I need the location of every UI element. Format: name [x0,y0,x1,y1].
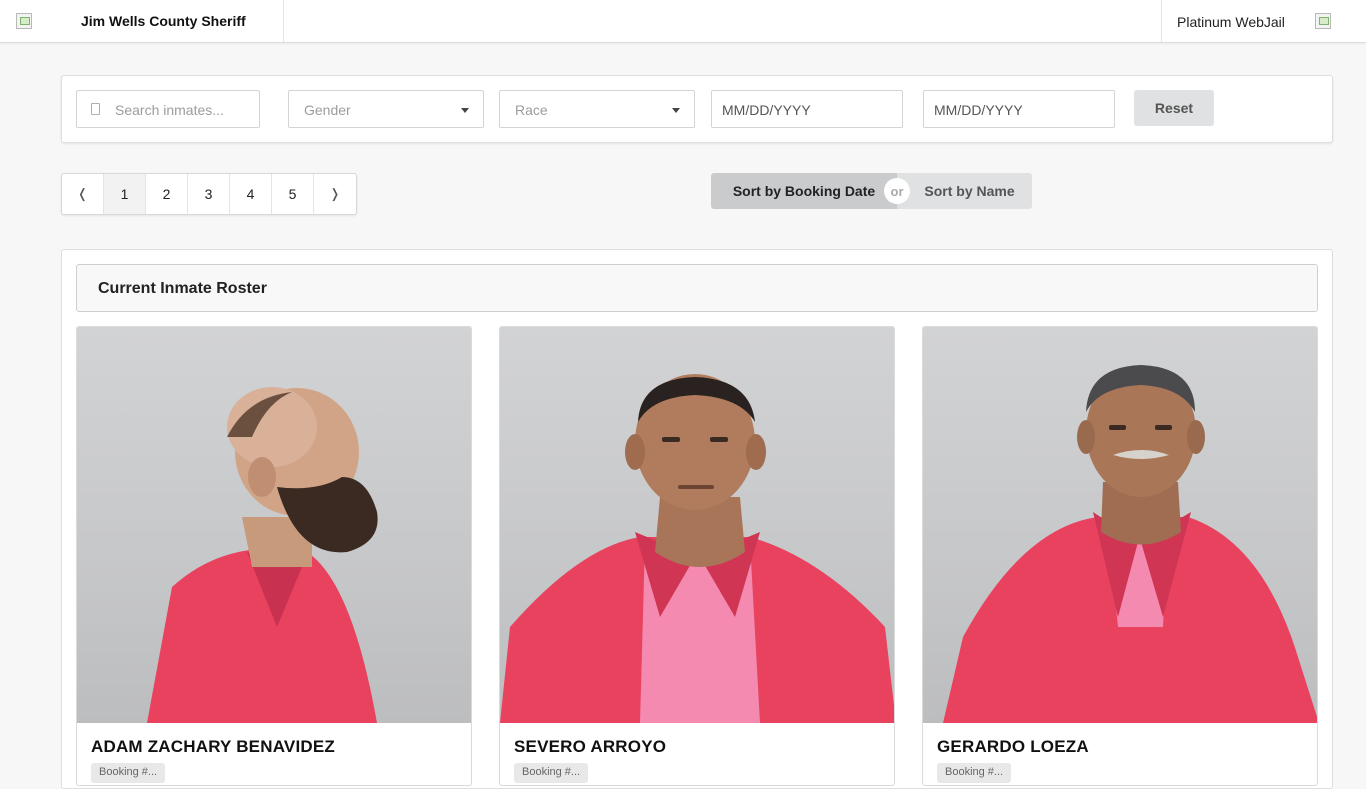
product-name: Platinum WebJail [1177,14,1285,30]
date-from-placeholder: MM/DD/YYYY [722,102,811,118]
inmate-name[interactable]: GERARDO LOEZA [937,737,1089,757]
chevron-down-icon [672,108,680,113]
roster-panel: Current Inmate Roster ADAM ZACHARY BENAV… [61,249,1333,789]
gender-placeholder: Gender [304,102,351,118]
navbar-divider [283,0,284,42]
inmate-card[interactable]: ADAM ZACHARY BENAVIDEZ Booking #... [76,326,472,786]
race-select[interactable]: Race [499,90,695,128]
page-1-button[interactable]: 1 [104,174,146,214]
top-navbar: Jim Wells County Sheriff Platinum WebJai… [0,0,1366,43]
gender-select[interactable]: Gender [288,90,484,128]
search-placeholder: Search inmates... [115,102,224,118]
navbar-divider [1161,0,1162,42]
sort-by-booking-date-button[interactable]: Sort by Booking Date [711,173,897,209]
roster-title: Current Inmate Roster [98,280,267,297]
date-from-input[interactable]: MM/DD/YYYY [711,90,903,128]
sort-or-divider: or [884,178,910,204]
agency-logo-icon[interactable] [16,13,32,29]
inmate-mugshot-frontal [943,365,1317,723]
booking-number-badge: Booking #... [514,763,589,783]
agency-name[interactable]: Jim Wells County Sheriff [81,13,246,29]
roster-header: Current Inmate Roster [76,264,1318,312]
date-to-placeholder: MM/DD/YYYY [934,102,1023,118]
inmate-name[interactable]: SEVERO ARROYO [514,737,666,757]
inmate-photo[interactable] [500,327,894,723]
next-page-button[interactable]: ❭ [314,174,356,214]
vendor-logo-icon[interactable] [1315,13,1331,29]
booking-number-badge: Booking #... [937,763,1012,783]
inmate-name[interactable]: ADAM ZACHARY BENAVIDEZ [91,737,335,757]
prev-page-button[interactable]: ❬ [62,174,104,214]
page-5-button[interactable]: 5 [272,174,314,214]
date-to-input[interactable]: MM/DD/YYYY [923,90,1115,128]
page-2-button[interactable]: 2 [146,174,188,214]
booking-number-badge: Booking #... [91,763,166,783]
filter-panel: Search inmates... Gender Race MM/DD/YYYY… [61,75,1333,143]
inmate-card[interactable]: GERARDO LOEZA Booking #... [922,326,1318,786]
inmate-photo[interactable] [77,327,471,723]
inmate-photo[interactable] [923,327,1317,723]
reset-button[interactable]: Reset [1134,90,1214,126]
sort-by-name-button[interactable]: Sort by Name [897,173,1032,209]
inmate-mugshot-profile [147,387,378,723]
search-icon [91,103,100,115]
pagination: ❬ 1 2 3 4 5 ❭ [61,173,357,215]
race-placeholder: Race [515,102,548,118]
inmate-mugshot-frontal [500,374,894,723]
search-input[interactable]: Search inmates... [76,90,260,128]
page-4-button[interactable]: 4 [230,174,272,214]
chevron-down-icon [461,108,469,113]
page-3-button[interactable]: 3 [188,174,230,214]
inmate-card[interactable]: SEVERO ARROYO Booking #... [499,326,895,786]
